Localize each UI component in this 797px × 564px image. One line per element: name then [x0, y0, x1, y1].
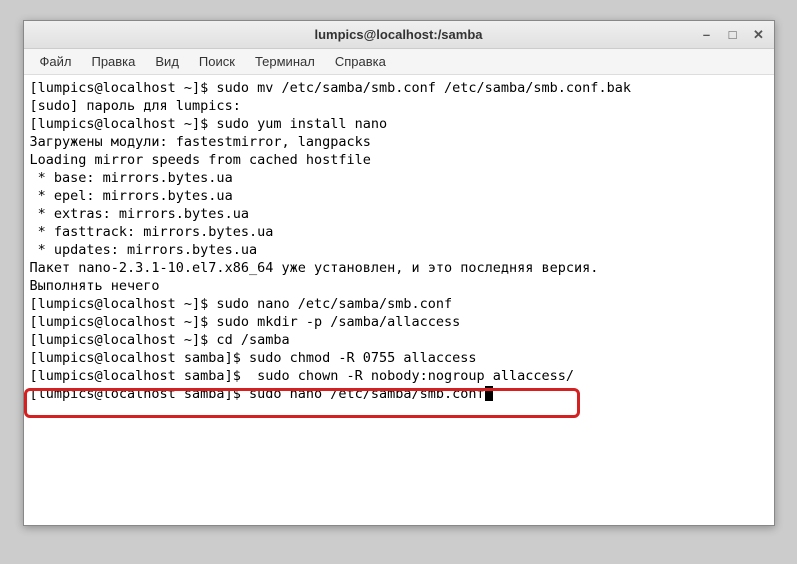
output-line: Выполнять нечего: [30, 277, 768, 295]
output-line: * extras: mirrors.bytes.ua: [30, 205, 768, 223]
prompt-line: [lumpics@localhost samba]$ sudo nano /et…: [30, 385, 768, 403]
output-line: Загружены модули: fastestmirror, langpac…: [30, 133, 768, 151]
output-line: [lumpics@localhost ~]$ sudo mkdir -p /sa…: [30, 313, 768, 331]
window-title: lumpics@localhost:/samba: [315, 27, 483, 42]
minimize-button[interactable]: –: [700, 28, 714, 42]
menu-help[interactable]: Справка: [325, 51, 396, 72]
menu-edit[interactable]: Правка: [81, 51, 145, 72]
menu-view[interactable]: Вид: [145, 51, 189, 72]
titlebar[interactable]: lumpics@localhost:/samba – □ ✕: [24, 21, 774, 49]
menu-file[interactable]: Файл: [30, 51, 82, 72]
output-line: [lumpics@localhost ~]$ cd /samba: [30, 331, 768, 349]
output-line: [sudo] пароль для lumpics:: [30, 97, 768, 115]
cursor-icon: [485, 386, 493, 401]
prompt-text: [lumpics@localhost samba]$ sudo nano /et…: [30, 386, 485, 402]
output-line: [lumpics@localhost ~]$ sudo mv /etc/samb…: [30, 79, 768, 97]
output-line: * updates: mirrors.bytes.ua: [30, 241, 768, 259]
output-line: [lumpics@localhost ~]$ sudo nano /etc/sa…: [30, 295, 768, 313]
output-line: Loading mirror speeds from cached hostfi…: [30, 151, 768, 169]
menubar: Файл Правка Вид Поиск Терминал Справка: [24, 49, 774, 75]
close-button[interactable]: ✕: [752, 28, 766, 42]
terminal-window: lumpics@localhost:/samba – □ ✕ Файл Прав…: [23, 20, 775, 526]
output-line: Пакет nano-2.3.1-10.el7.x86_64 уже устан…: [30, 259, 768, 277]
output-line: * epel: mirrors.bytes.ua: [30, 187, 768, 205]
output-line: * fasttrack: mirrors.bytes.ua: [30, 223, 768, 241]
window-controls: – □ ✕: [700, 28, 766, 42]
output-line: [lumpics@localhost ~]$ sudo yum install …: [30, 115, 768, 133]
terminal-output[interactable]: [lumpics@localhost ~]$ sudo mv /etc/samb…: [24, 75, 774, 525]
output-line: [lumpics@localhost samba]$ sudo chmod -R…: [30, 349, 768, 367]
menu-terminal[interactable]: Терминал: [245, 51, 325, 72]
output-line: [lumpics@localhost samba]$ sudo chown -R…: [30, 367, 768, 385]
maximize-button[interactable]: □: [726, 28, 740, 42]
output-line: * base: mirrors.bytes.ua: [30, 169, 768, 187]
menu-search[interactable]: Поиск: [189, 51, 245, 72]
